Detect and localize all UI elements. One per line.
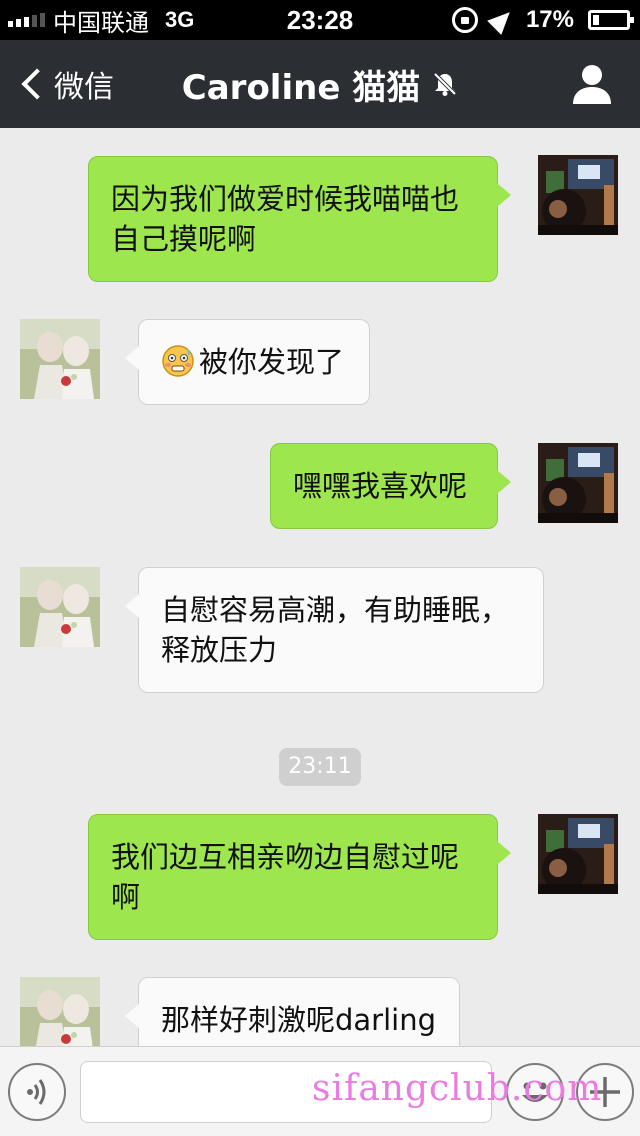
profile-button[interactable]: [570, 62, 614, 106]
contact-avatar[interactable]: [20, 977, 100, 1046]
message-text: 我们边互相亲吻边自慰过呢啊: [111, 840, 460, 914]
navigation-bar: 微信 Caroline 猫猫: [0, 40, 640, 128]
message-bubble-incoming[interactable]: 被你发现了: [125, 319, 370, 405]
message-bubble-outgoing[interactable]: 我们边互相亲吻边自慰过呢啊: [88, 814, 511, 940]
message-text: 嘿嘿我喜欢呢: [293, 469, 468, 503]
chat-timestamp: 23:11: [279, 748, 361, 786]
smiley-icon: [522, 1082, 548, 1102]
contact-avatar[interactable]: [20, 319, 100, 399]
person-icon: [573, 65, 611, 104]
voice-icon: [27, 1079, 46, 1105]
message-text: 自慰容易高潮，有助睡眠，释放压力: [161, 593, 510, 667]
contact-avatar[interactable]: [20, 567, 100, 647]
message-bubble-outgoing[interactable]: 因为我们做爱时候我喵喵也自己摸呢啊: [88, 156, 511, 282]
self-avatar[interactable]: [538, 814, 618, 894]
message-bubble-incoming[interactable]: 那样好刺激呢darling: [125, 977, 460, 1046]
more-button[interactable]: [576, 1063, 634, 1121]
chevron-left-icon: [21, 68, 53, 100]
back-button[interactable]: 微信: [18, 40, 114, 128]
rotation-lock-icon: [451, 7, 478, 33]
location-arrow-icon: [487, 5, 517, 35]
message-bubble-outgoing[interactable]: 嘿嘿我喜欢呢: [270, 443, 511, 529]
voice-button[interactable]: [8, 1063, 66, 1121]
flushed-face-emoji-icon: [161, 344, 195, 378]
input-bar: [0, 1046, 640, 1136]
message-input[interactable]: [80, 1061, 492, 1123]
status-bar: 中国联通 3G 23:28 17%: [0, 0, 640, 40]
message-text: 那样好刺激呢darling: [161, 1003, 437, 1037]
battery-icon: [588, 10, 634, 30]
status-right: 17%: [451, 0, 634, 40]
battery-percent: 17%: [525, 6, 574, 33]
chat-area[interactable]: 因为我们做爱时候我喵喵也自己摸呢啊 被你发现了 嘿嘿我喜欢呢 自慰容易高潮，有助…: [0, 128, 640, 1046]
emoji-button[interactable]: [506, 1063, 564, 1121]
self-avatar[interactable]: [538, 155, 618, 235]
plus-icon: [590, 1077, 620, 1107]
self-avatar[interactable]: [538, 443, 618, 523]
message-text: 被你发现了: [199, 345, 345, 379]
message-text: 因为我们做爱时候我喵喵也自己摸呢啊: [111, 182, 460, 256]
mute-bell-icon: [432, 71, 458, 97]
back-label: 微信: [54, 70, 114, 105]
message-bubble-incoming[interactable]: 自慰容易高潮，有助睡眠，释放压力: [125, 567, 544, 693]
chat-title: Caroline 猫猫: [181, 67, 421, 108]
